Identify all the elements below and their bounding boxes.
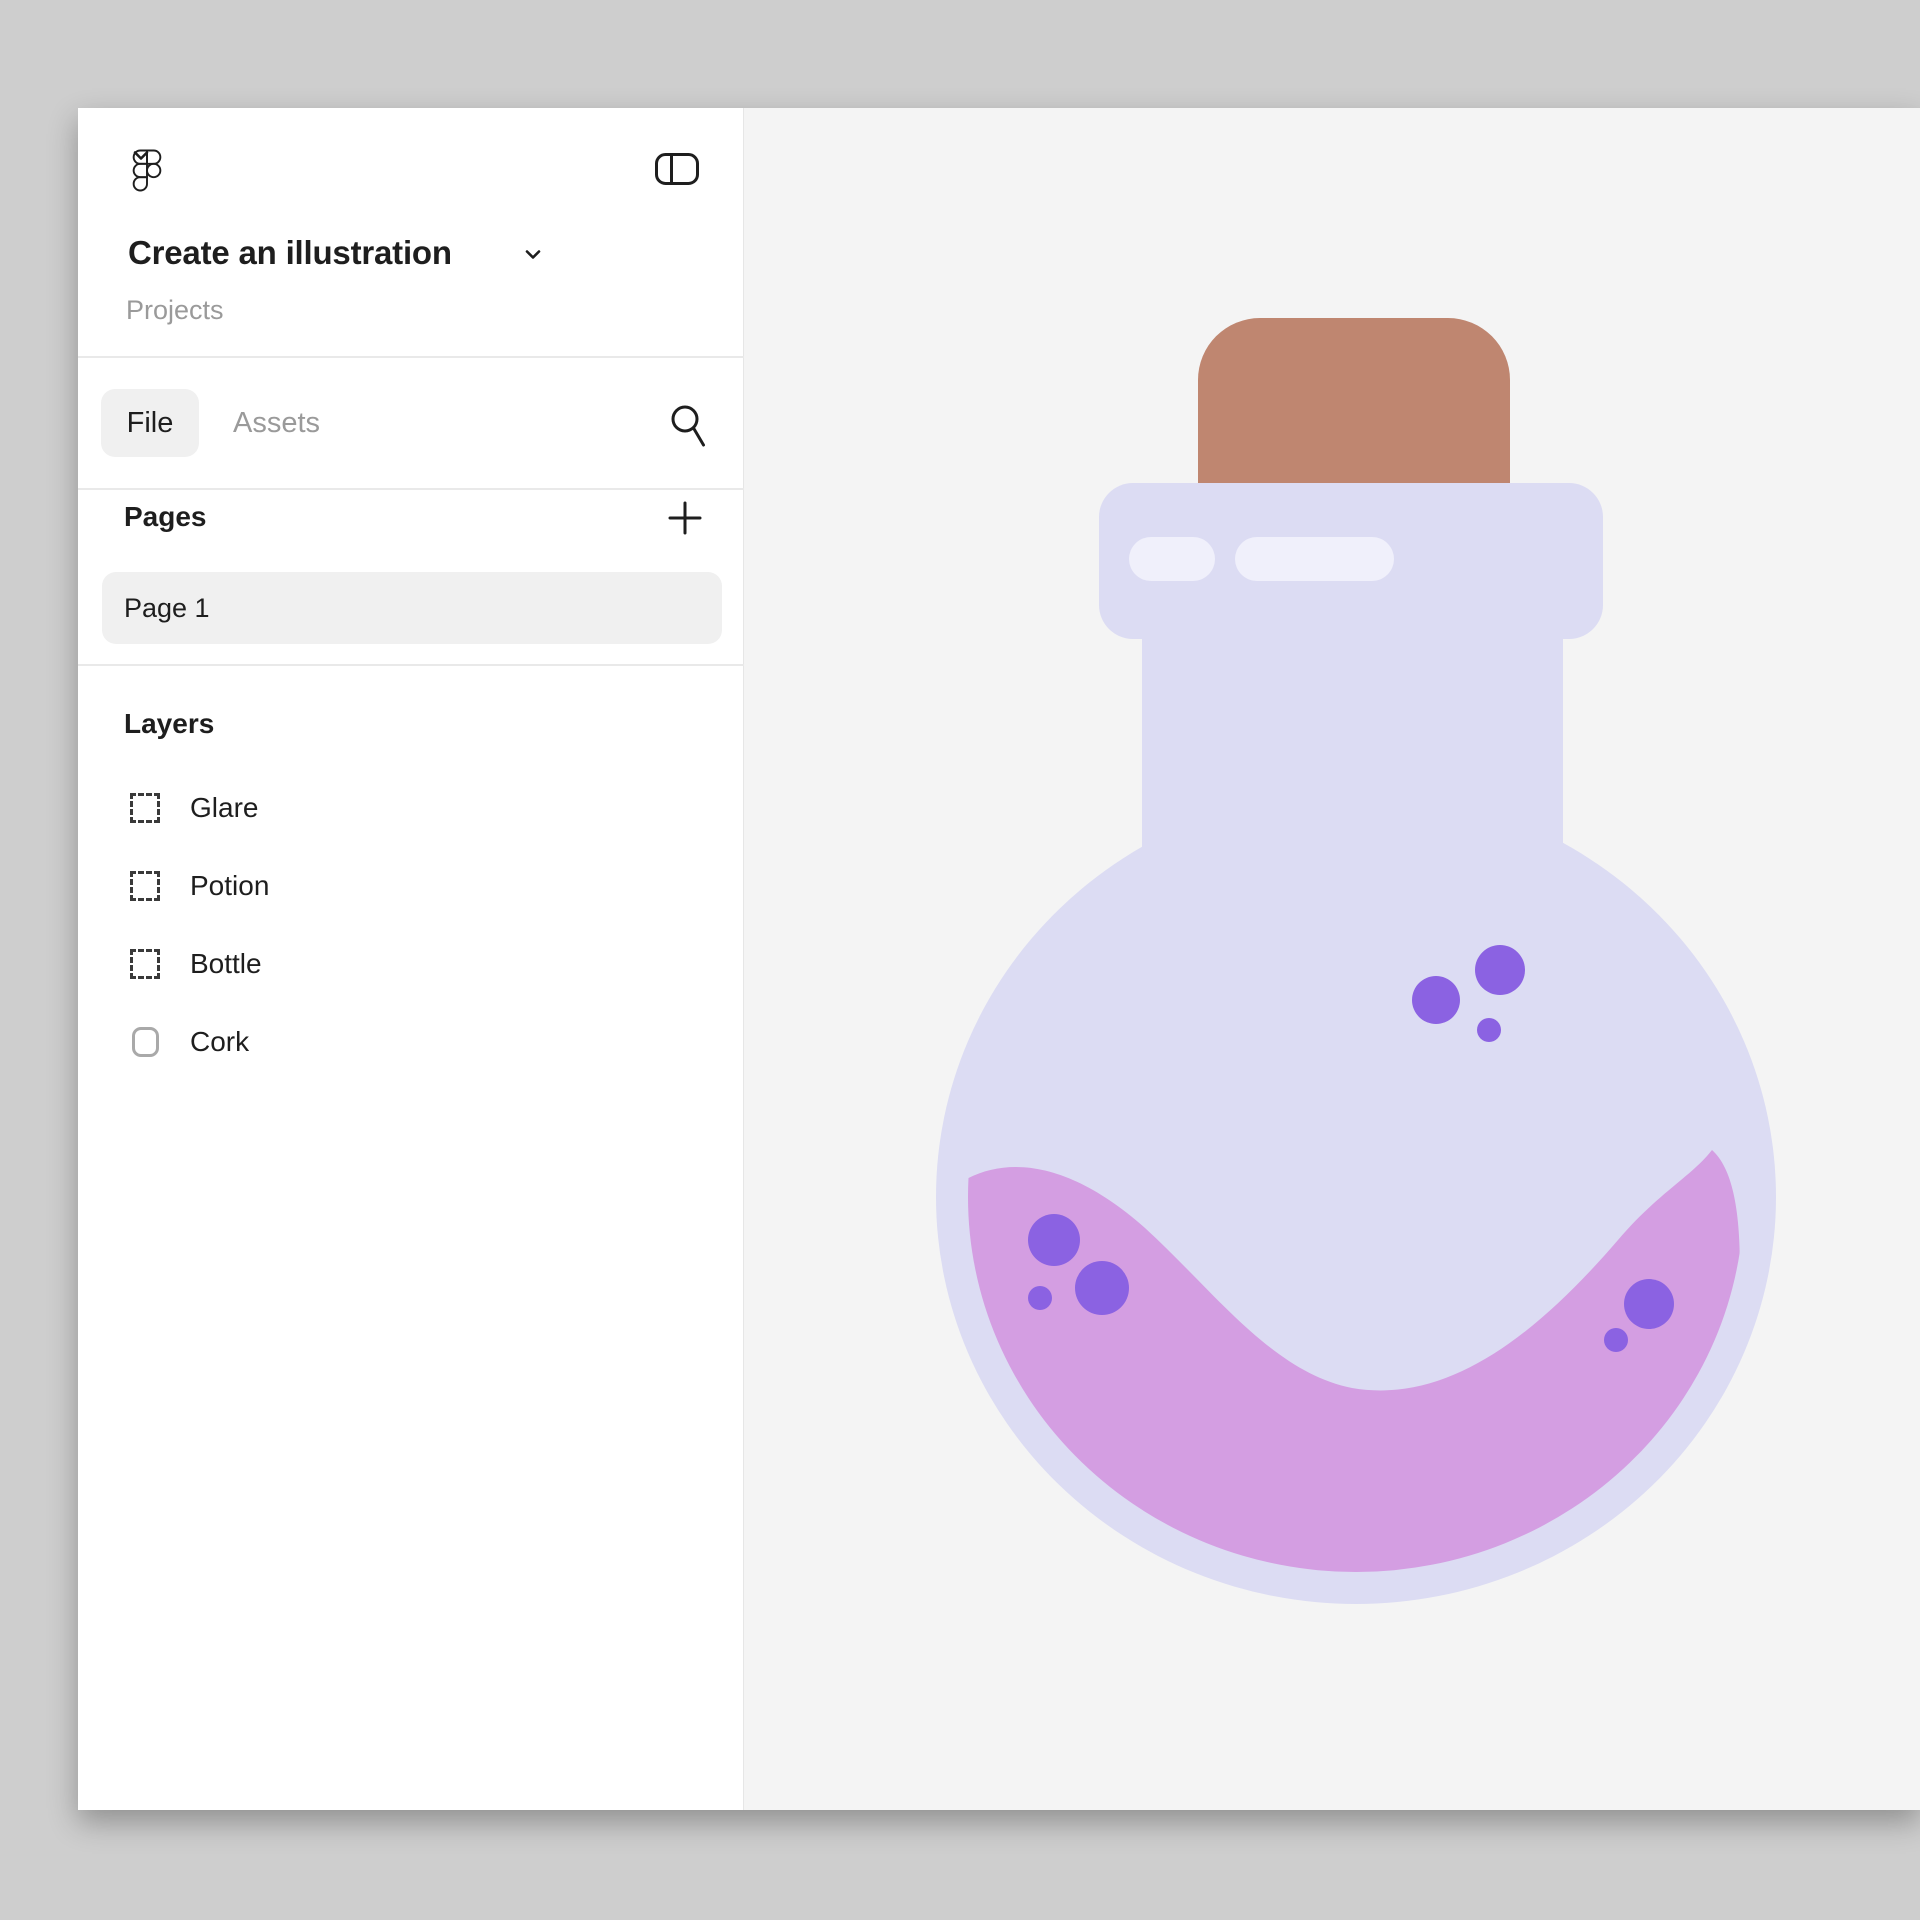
glare-shape[interactable] <box>1129 537 1394 581</box>
file-title-chevron-icon[interactable] <box>524 248 542 261</box>
app-window: Create an illustration Projects File Ass… <box>78 108 1920 1810</box>
search-button[interactable] <box>670 404 708 450</box>
breadcrumb: Projects <box>126 294 224 326</box>
pages-heading: Pages <box>124 499 207 535</box>
potion-bottle-illustration <box>744 108 1920 1810</box>
rectangle-shape-icon <box>130 1027 160 1057</box>
bubble <box>1604 1328 1628 1352</box>
tab-assets[interactable]: Assets <box>233 389 320 457</box>
divider <box>78 664 744 666</box>
layer-label: Potion <box>190 869 269 903</box>
bubble <box>1075 1261 1129 1315</box>
add-page-button[interactable] <box>667 500 703 536</box>
tab-file[interactable]: File <box>101 389 199 457</box>
design-canvas[interactable] <box>744 108 1920 1810</box>
layer-item-bottle[interactable]: Bottle <box>78 937 744 991</box>
sidebar: Create an illustration Projects File Ass… <box>78 108 744 1810</box>
chevron-down-icon <box>132 149 150 162</box>
divider <box>78 356 744 358</box>
bubble <box>1412 976 1460 1024</box>
layer-item-potion[interactable]: Potion <box>78 859 744 913</box>
tab-file-label: File <box>127 407 174 440</box>
frame-dashed-icon <box>130 949 160 979</box>
divider <box>78 488 744 490</box>
plus-icon <box>667 500 703 536</box>
bubble <box>1477 1018 1501 1042</box>
bubble <box>1475 945 1525 995</box>
tab-assets-label: Assets <box>233 407 320 440</box>
layer-item-glare[interactable]: Glare <box>78 781 744 835</box>
layer-label: Bottle <box>190 947 262 981</box>
layer-label: Cork <box>190 1025 249 1059</box>
toggle-sidebar-button[interactable] <box>655 153 699 185</box>
bubble <box>1028 1286 1052 1310</box>
layer-item-cork[interactable]: Cork <box>78 1015 744 1069</box>
page-list-item-page-1[interactable]: Page 1 <box>102 572 722 644</box>
frame-dashed-icon <box>130 793 160 823</box>
search-icon <box>670 404 708 450</box>
frame-dashed-icon <box>130 871 160 901</box>
main-menu-button[interactable] <box>132 149 202 193</box>
bubble <box>1624 1279 1674 1329</box>
layer-label: Glare <box>190 791 258 825</box>
bubble <box>1028 1214 1080 1266</box>
file-title: Create an illustration <box>128 234 452 272</box>
page-label: Page 1 <box>124 593 210 624</box>
sidebar-panel-icon <box>655 153 699 185</box>
layers-heading: Layers <box>124 706 214 742</box>
